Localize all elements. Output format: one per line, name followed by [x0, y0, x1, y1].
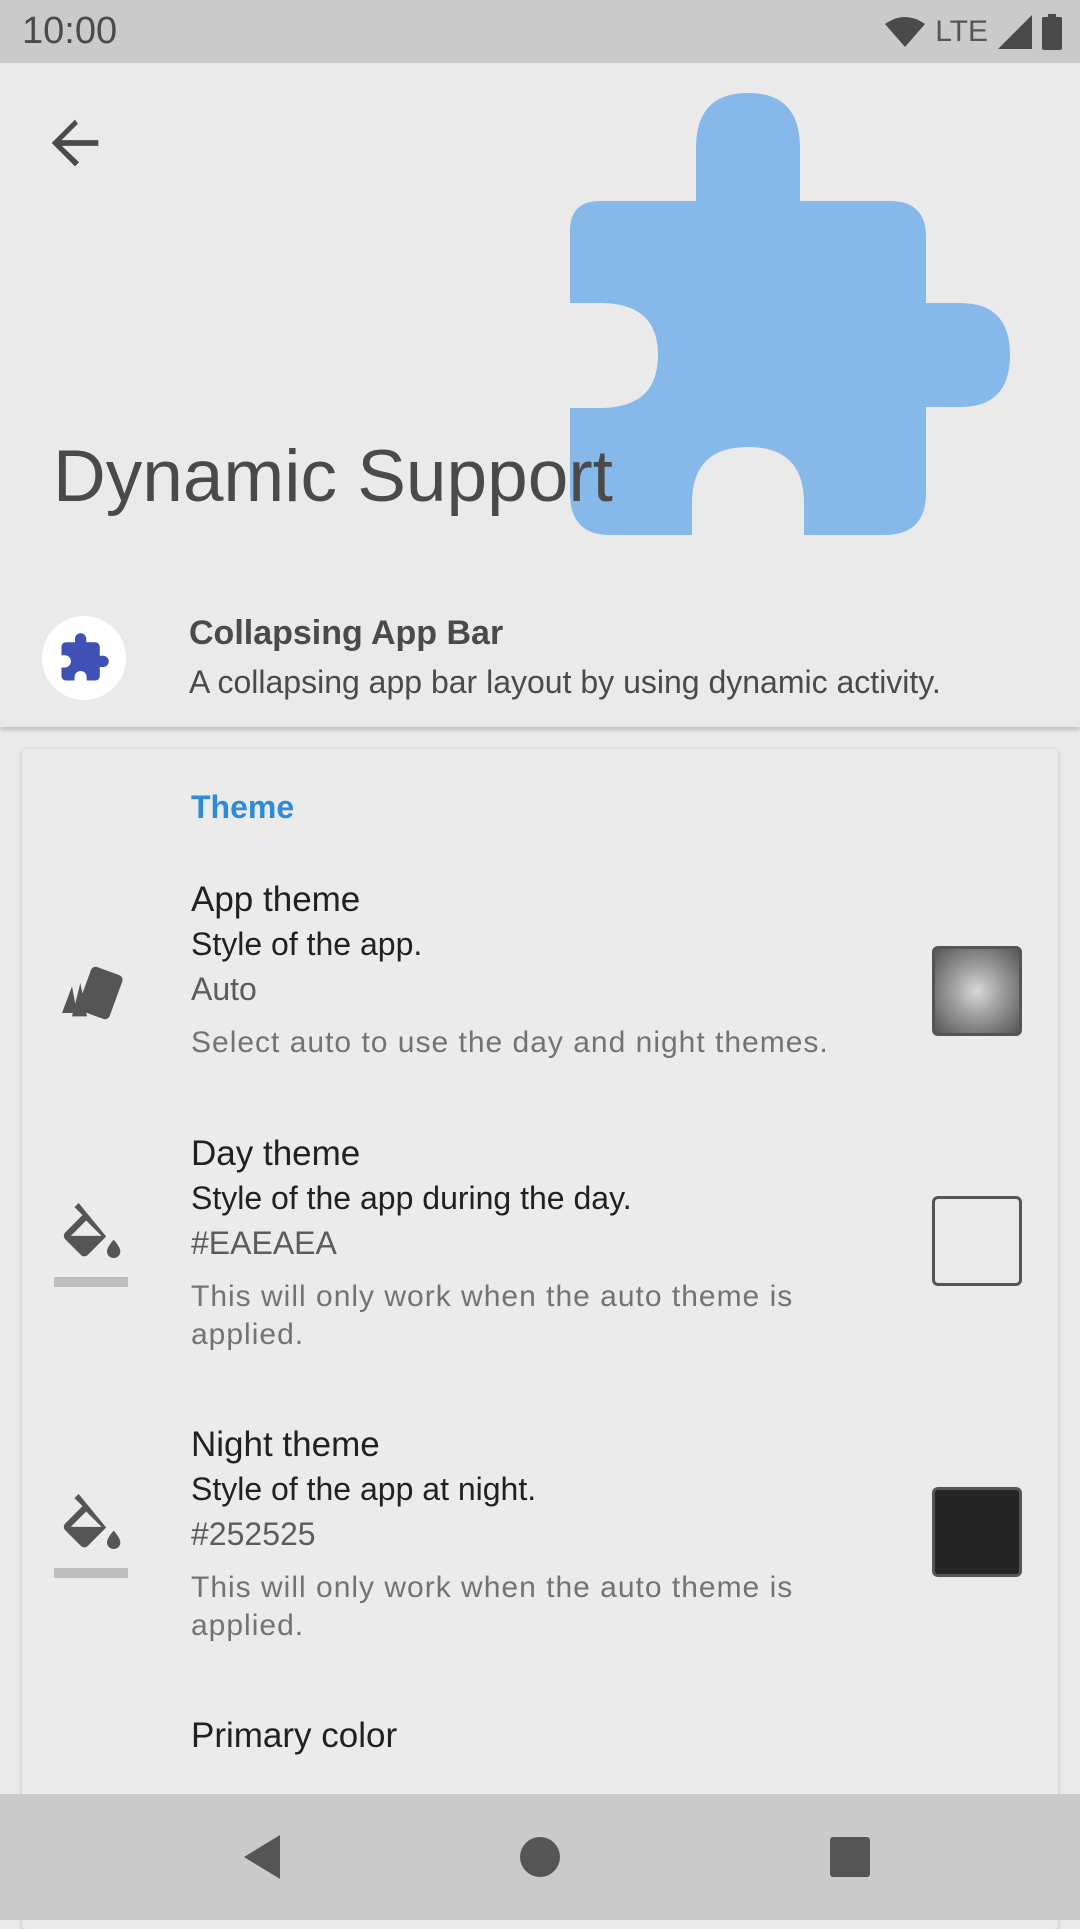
- back-triangle-icon[interactable]: [236, 1829, 292, 1885]
- pref-night-theme-text: Night theme Style of the app at night. #…: [191, 1422, 881, 1645]
- pref-primary-color-text: Primary color: [191, 1713, 881, 1758]
- pref-summary: Style of the app during the day.: [191, 1180, 632, 1216]
- app-icon: [42, 616, 126, 700]
- pref-day-theme-text: Day theme Style of the app during the da…: [191, 1131, 881, 1354]
- page-title: Dynamic Support: [53, 436, 613, 517]
- pref-description: This will only work when the auto theme …: [191, 1280, 794, 1351]
- app-description: A collapsing app bar layout by using dyn…: [189, 664, 941, 700]
- system-nav-bar: [0, 1794, 1080, 1920]
- day-theme-swatch[interactable]: [932, 1196, 1022, 1286]
- pref-night-theme[interactable]: Night theme Style of the app at night. #…: [22, 1422, 1058, 1682]
- status-icons: LTE: [885, 12, 1062, 52]
- pref-title: Day theme: [191, 1134, 361, 1173]
- palette-swatch-icon: [62, 966, 123, 1020]
- section-header-theme: Theme: [191, 789, 295, 825]
- pref-app-theme[interactable]: App theme Style of the app. Auto Select …: [22, 877, 1058, 1107]
- pref-summary: Style of the app.: [191, 926, 423, 962]
- signal-icon: [998, 15, 1032, 49]
- network-type-label: LTE: [935, 15, 988, 48]
- puzzle-icon: [570, 93, 1010, 535]
- paint-bucket-icon: [63, 1203, 121, 1258]
- battery-icon: [1042, 14, 1062, 50]
- night-theme-swatch[interactable]: [932, 1487, 1022, 1577]
- pref-summary: Style of the app at night.: [191, 1471, 537, 1507]
- app-name: Collapsing App Bar: [189, 614, 504, 652]
- recents-square-icon[interactable]: [822, 1829, 878, 1885]
- day-color-strip: [54, 1277, 128, 1287]
- pref-value: Auto: [191, 971, 257, 1007]
- app-theme-swatch[interactable]: [932, 946, 1022, 1036]
- wifi-icon: [885, 17, 926, 47]
- pref-app-theme-text: App theme Style of the app. Auto Select …: [191, 877, 881, 1062]
- pref-value: #EAEAEA: [191, 1225, 337, 1261]
- status-time: 10:00: [22, 10, 118, 52]
- home-circle-icon[interactable]: [512, 1829, 568, 1885]
- paint-bucket-icon: [63, 1494, 121, 1549]
- pref-description: Select auto to use the day and night the…: [191, 1026, 829, 1059]
- app-puzzle-icon: [61, 633, 109, 681]
- pref-description: This will only work when the auto theme …: [191, 1571, 794, 1642]
- pref-day-theme[interactable]: Day theme Style of the app during the da…: [22, 1131, 1058, 1391]
- pref-title: Primary color: [191, 1716, 398, 1755]
- pref-title: App theme: [191, 880, 361, 919]
- collapsing-app-bar: Dynamic Support: [0, 63, 1080, 727]
- night-color-strip: [54, 1568, 128, 1578]
- back-arrow-button[interactable]: [40, 108, 110, 178]
- pref-value: #252525: [191, 1516, 316, 1552]
- theme-settings-card: Theme App theme Style of the app. Auto S…: [22, 749, 1058, 1929]
- status-bar: 10:00 LTE: [0, 0, 1080, 63]
- pref-title: Night theme: [191, 1425, 380, 1464]
